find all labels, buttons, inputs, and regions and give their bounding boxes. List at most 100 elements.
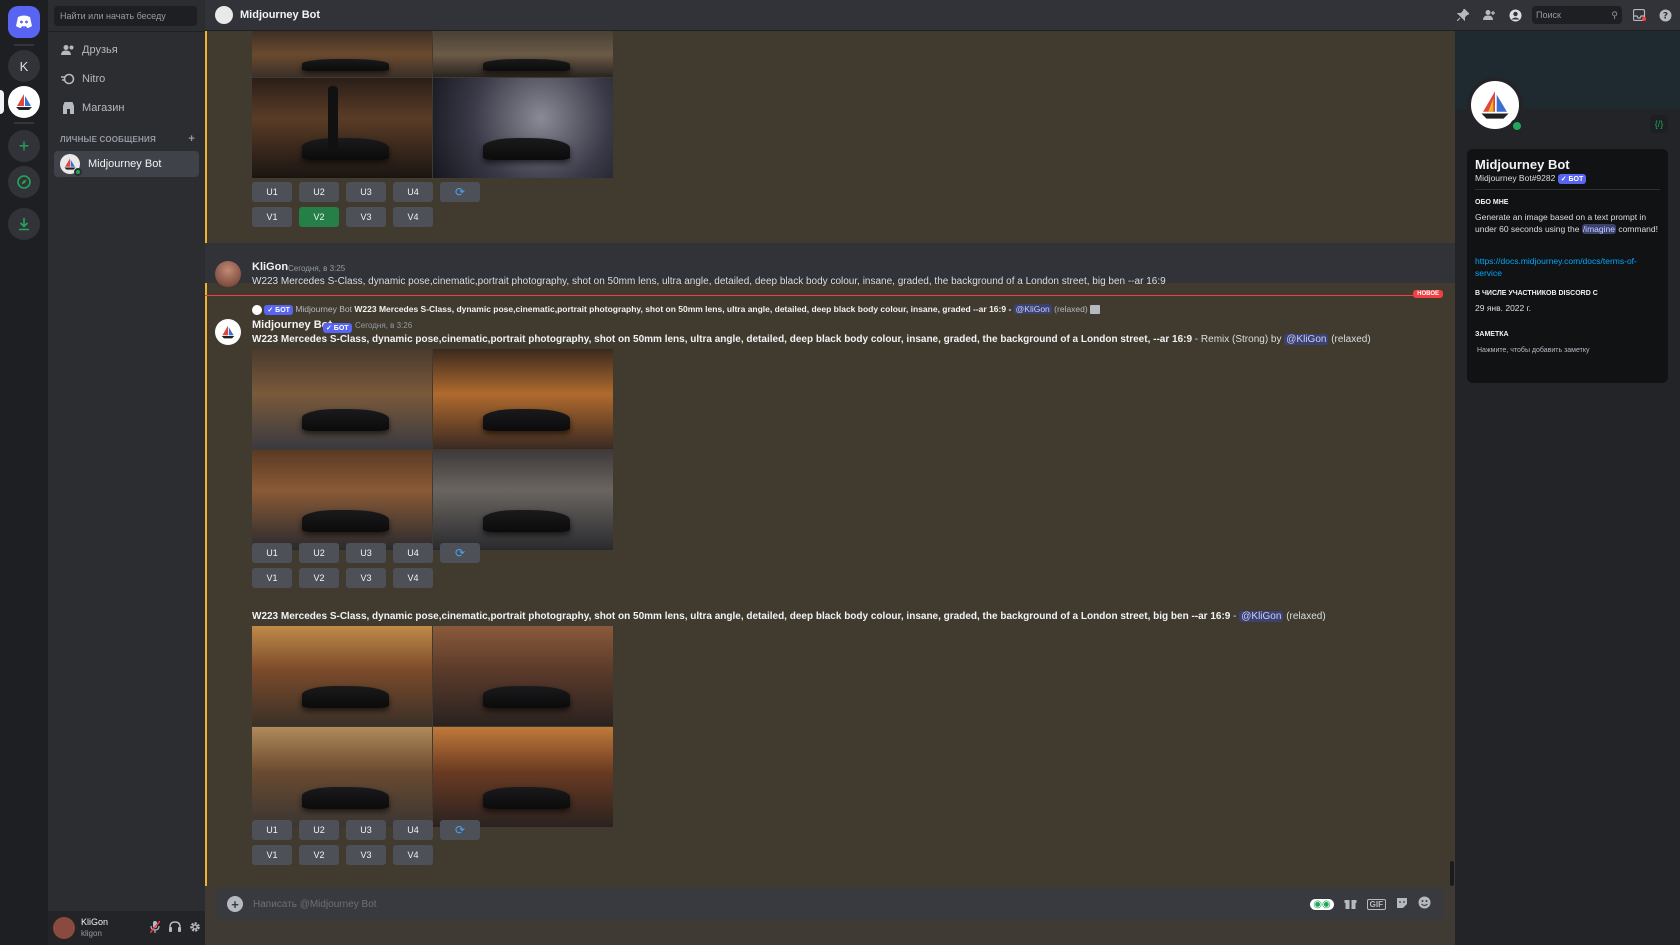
upscale-button[interactable]: U3 — [346, 543, 386, 563]
upscale-button[interactable]: U3 — [346, 182, 386, 202]
about-heading: ОБО МНЕ — [1475, 199, 1509, 206]
pin-icon[interactable] — [1454, 6, 1472, 24]
variation-button[interactable]: V3 — [346, 207, 386, 227]
add-friend-to-dm-icon[interactable] — [1480, 6, 1498, 24]
message-input[interactable]: Написать @Midjourney Bot — [253, 899, 1310, 910]
sailboat-icon — [221, 325, 235, 339]
user-avatar[interactable] — [215, 261, 241, 287]
variation-button[interactable]: V4 — [393, 207, 433, 227]
reroll-button[interactable]: ⟳ — [440, 182, 480, 202]
find-conversation-button[interactable]: Найти или начать беседу — [54, 6, 197, 26]
user-avatar[interactable] — [53, 917, 75, 939]
upscale-button[interactable]: U4 — [393, 820, 433, 840]
image-grid[interactable] — [252, 349, 613, 550]
gif-icon[interactable]: GIF — [1366, 898, 1386, 910]
generated-image[interactable] — [433, 727, 613, 827]
add-server-button[interactable]: + — [8, 130, 40, 162]
mention[interactable]: @KliGon — [1239, 611, 1284, 622]
discord-home-button[interactable] — [8, 6, 40, 38]
reroll-button[interactable]: ⟳ — [440, 543, 480, 563]
image-grid[interactable] — [252, 31, 613, 178]
terms-link[interactable]: https://docs.midjourney.com/docs/terms-o… — [1475, 255, 1660, 279]
generated-image[interactable] — [433, 31, 613, 77]
generated-image[interactable] — [252, 626, 432, 726]
variation-button[interactable]: V3 — [346, 845, 386, 865]
variation-row: V1 V2 V3 V4 — [252, 845, 433, 865]
download-apps-button[interactable] — [8, 208, 40, 240]
create-dm-button[interactable]: + — [188, 134, 195, 145]
sticker-icon[interactable] — [1396, 897, 1408, 912]
reroll-button[interactable]: ⟳ — [440, 820, 480, 840]
upscale-button[interactable]: U4 — [393, 182, 433, 202]
midjourney-dm-avatar[interactable] — [8, 86, 40, 118]
slash-commands-icon[interactable]: {/} — [1650, 115, 1668, 133]
inbox-icon[interactable] — [1630, 6, 1648, 24]
message-text: W223 Mercedes S-Class, dynamic pose,cine… — [252, 276, 1166, 287]
message-composer[interactable]: + Написать @Midjourney Bot ◉◉ GIF — [217, 888, 1443, 920]
generated-image[interactable] — [433, 450, 613, 550]
upscale-button[interactable]: U4 — [393, 543, 433, 563]
nitro-boost-icon[interactable]: ◉◉ — [1310, 898, 1334, 910]
bot-badge: ✓ БОТ — [264, 304, 293, 315]
upscale-button[interactable]: U1 — [252, 182, 292, 202]
variation-button[interactable]: V1 — [252, 568, 292, 588]
generated-image[interactable] — [433, 78, 613, 178]
upscale-button[interactable]: U1 — [252, 820, 292, 840]
mention[interactable]: @KliGon — [1284, 334, 1329, 345]
headphones-icon[interactable] — [165, 921, 185, 935]
note-input[interactable]: Нажмите, чтобы добавить заметку — [1477, 347, 1590, 354]
bot-avatar[interactable] — [215, 319, 241, 345]
upscale-button[interactable]: U2 — [299, 182, 339, 202]
explore-servers-button[interactable] — [8, 166, 40, 198]
upscale-button[interactable]: U2 — [299, 820, 339, 840]
variation-button[interactable]: V2 — [299, 568, 339, 588]
sidebar-item-shop[interactable]: Магазин — [54, 95, 199, 121]
reply-preview[interactable]: ✓ БОТ Midjourney Bot W223 Mercedes S-Cla… — [252, 304, 1101, 315]
generated-image[interactable] — [433, 626, 613, 726]
message-author[interactable]: KliGon — [252, 261, 288, 273]
mention[interactable]: @KliGon — [1013, 304, 1052, 314]
attach-plus-icon[interactable]: + — [227, 896, 243, 912]
upscale-button[interactable]: U3 — [346, 820, 386, 840]
sidebar-divider — [48, 31, 205, 32]
header-search-input[interactable]: Поиск ⚲ — [1532, 6, 1622, 24]
upscale-row: U1 U2 U3 U4 ⟳ — [252, 182, 480, 202]
member-since-heading: В ЧИСЛЕ УЧАСТНИКОВ DISCORD С — [1475, 290, 1598, 297]
message-author[interactable]: Midjourney Bot — [252, 319, 332, 331]
variation-row: V1 V2 V3 V4 — [252, 207, 433, 227]
variation-button[interactable]: V2 — [299, 845, 339, 865]
upscale-button[interactable]: U2 — [299, 543, 339, 563]
user-names[interactable]: KliGon kligon — [81, 917, 145, 939]
channel-title: Midjourney Bot — [240, 9, 321, 21]
settings-gear-icon[interactable] — [185, 921, 205, 936]
avatar — [60, 154, 82, 176]
upscale-button[interactable]: U1 — [252, 543, 292, 563]
variation-button[interactable]: V2 — [299, 207, 339, 227]
dm-item-midjourney-bot[interactable]: Midjourney Bot — [54, 151, 199, 177]
reply-avatar-icon — [252, 304, 262, 315]
generated-image[interactable] — [252, 78, 432, 178]
server-k-button[interactable]: K — [8, 50, 40, 82]
chat-scrollbar[interactable] — [1450, 861, 1454, 886]
sidebar-item-nitro[interactable]: Nitro — [54, 66, 199, 92]
about-text: Generate an image based on a text prompt… — [1475, 211, 1660, 235]
variation-button[interactable]: V1 — [252, 845, 292, 865]
variation-button[interactable]: V3 — [346, 568, 386, 588]
sidebar-item-friends[interactable]: Друзья — [54, 37, 199, 63]
image-grid[interactable] — [252, 626, 613, 827]
generated-image[interactable] — [252, 450, 432, 550]
sailboat-icon — [1481, 91, 1509, 119]
user-profile-icon[interactable] — [1506, 6, 1524, 24]
generated-image[interactable] — [252, 727, 432, 827]
variation-button[interactable]: V4 — [393, 845, 433, 865]
help-icon[interactable]: ? — [1656, 6, 1674, 24]
variation-button[interactable]: V4 — [393, 568, 433, 588]
mute-mic-icon[interactable] — [145, 920, 165, 936]
variation-button[interactable]: V1 — [252, 207, 292, 227]
generated-image[interactable] — [252, 31, 432, 77]
generated-image[interactable] — [252, 349, 432, 449]
imagine-command[interactable]: /imagine — [1581, 224, 1616, 234]
emoji-icon[interactable] — [1418, 896, 1431, 912]
gift-icon[interactable] — [1344, 897, 1357, 912]
generated-image[interactable] — [433, 349, 613, 449]
